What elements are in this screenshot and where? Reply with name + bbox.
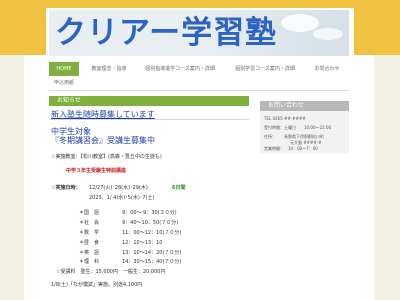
header-cloud-shape bbox=[313, 28, 343, 40]
dates-line-2: 2023、1/ 4(水)･5(木)･7(土) bbox=[89, 195, 155, 201]
subject-name: ＊数 学 bbox=[79, 230, 100, 236]
right-margin bbox=[374, 55, 400, 300]
subject-name: ＊英 語 bbox=[79, 250, 100, 256]
subject-name: ＊社 会 bbox=[79, 220, 100, 226]
site-logo[interactable]: クリアー学習塾 bbox=[55, 10, 277, 56]
contact-box: TEL 0265-##-#### 受付時間：土曜日 10:00～22:00 住所… bbox=[260, 111, 349, 153]
subject-time: 9：40～10：50(７０分) bbox=[122, 220, 179, 226]
days-count: 6日間 bbox=[172, 185, 186, 191]
news-section-header: お知らせ bbox=[49, 96, 249, 106]
office-hours: 営業時間： 10：00～7：00 bbox=[264, 146, 318, 151]
nav-item-study-course[interactable]: 個別学習コース案内・詳細 bbox=[225, 62, 305, 76]
subject-time: 12：10～13：10 bbox=[122, 240, 163, 246]
nav-item-home[interactable]: HOME bbox=[49, 62, 79, 76]
fee-info: ☆受講料 塾生：15,000円 一般生：20,000円 bbox=[56, 269, 166, 275]
left-margin bbox=[0, 55, 24, 300]
contact-section-header: お問い合わせ bbox=[260, 101, 349, 111]
reception-hours: 受付時間：土曜日 10:00～22:00 bbox=[264, 125, 332, 130]
subject-time: 9：00～ 9：30(３０分) bbox=[122, 210, 177, 216]
main-nav: HOME 教室理念・指導 個別指導進学コース案内・詳細 個別学習コース案内・詳細… bbox=[49, 62, 349, 91]
nav-item-contact[interactable]: お問合わせ bbox=[305, 62, 349, 76]
nav-item-philosophy[interactable]: 教室理念・指導 bbox=[87, 62, 131, 76]
mock-exam-note: 1/8(土)「なが模試」実施。別途4,100円 bbox=[51, 282, 143, 288]
subject-time: 14：30～15：40(７０分) bbox=[122, 259, 182, 265]
headline-divider bbox=[49, 119, 249, 120]
subject-name: ＊理 科 bbox=[79, 259, 100, 265]
header-cloud-shape bbox=[281, 14, 319, 32]
winter-course-title: 『冬期講習会』受講生募集中 bbox=[51, 136, 155, 145]
nav-item-advanced-course[interactable]: 個別指導進学コース案内・詳細 bbox=[135, 62, 225, 76]
subject-name: ＊昼 食 bbox=[79, 240, 100, 246]
subject-time: 13：10～14：20(７０分) bbox=[122, 250, 182, 256]
nav-divider bbox=[49, 90, 349, 91]
subject-name: ＊国 語 bbox=[79, 210, 100, 216]
dates-line-1: 12/27(火)･28(水)･29(木) bbox=[89, 185, 148, 191]
nav-item-application[interactable]: 申込用紙 bbox=[49, 76, 79, 90]
phone-number[interactable]: TEL 0265-##-#### bbox=[264, 116, 306, 121]
special-course-label: 中学３年生受験生特訓講座 bbox=[66, 168, 127, 174]
venue-info: ☆実施教室：【松川教室】(高森・豊丘中の生徒も) bbox=[51, 154, 162, 160]
subject-time: 11：00～12：10(７０分) bbox=[122, 230, 182, 236]
dates-label: ☆実施日時： bbox=[51, 185, 81, 191]
